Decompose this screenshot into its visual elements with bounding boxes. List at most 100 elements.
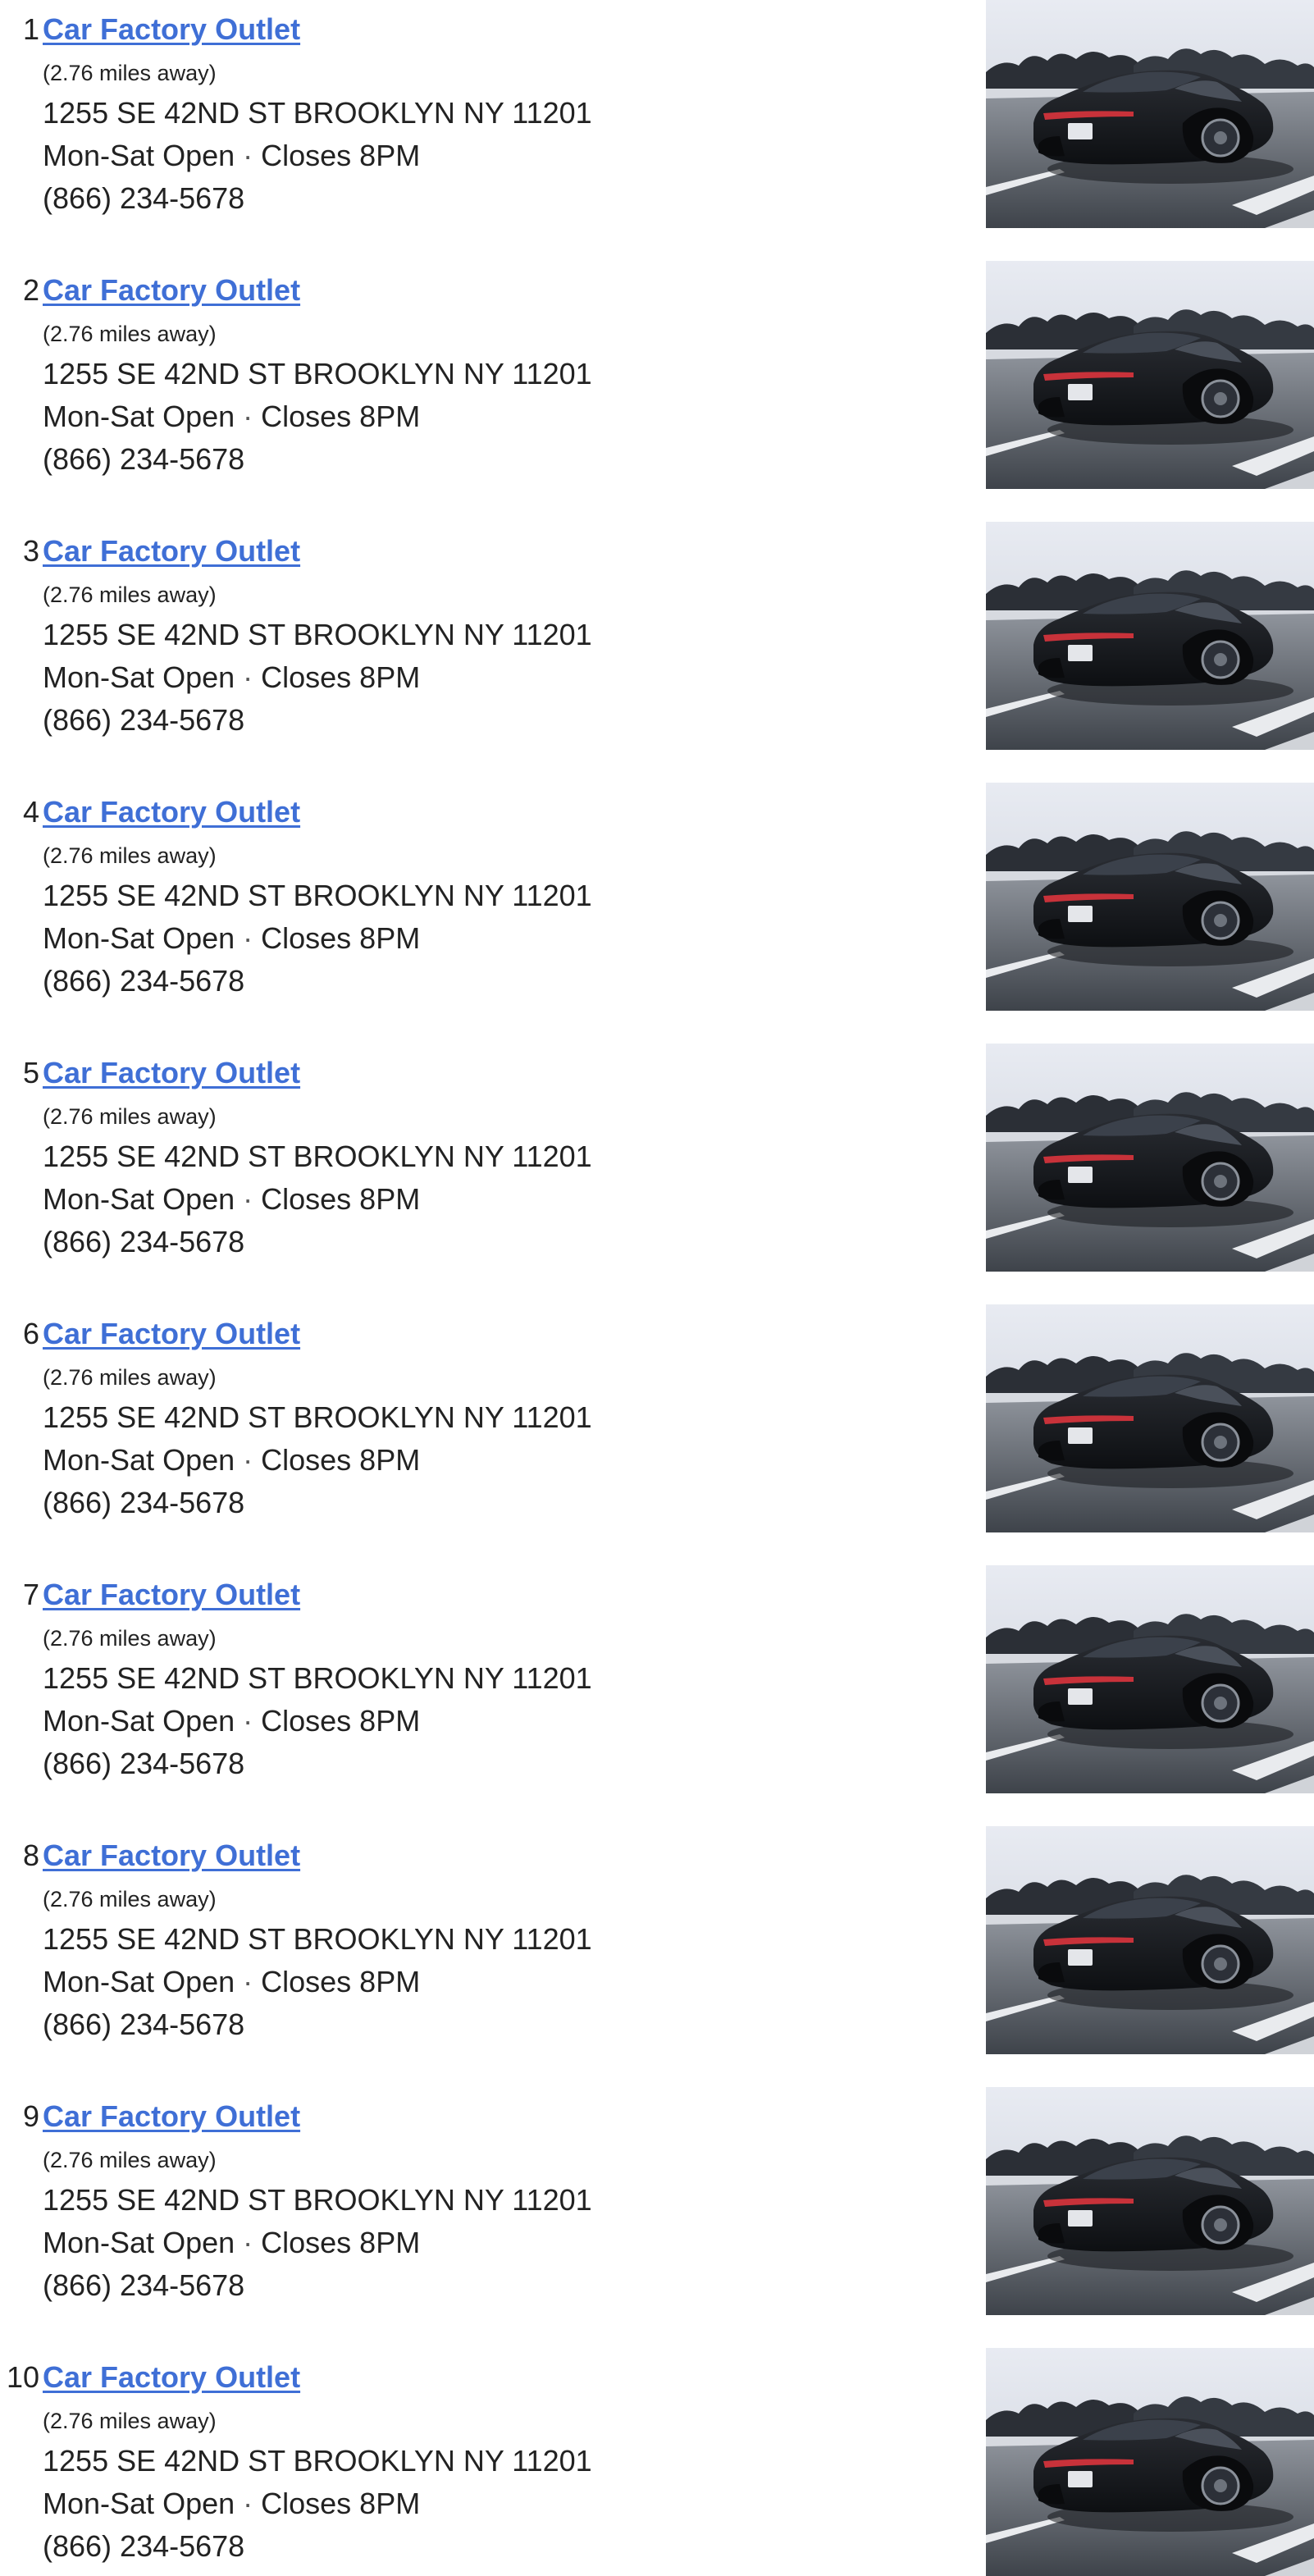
store-name-link[interactable]: Car Factory Outlet — [43, 1316, 300, 1352]
result-index: 5 — [22, 1056, 39, 1089]
car-photo — [986, 1565, 1314, 1793]
store-phone: (866) 234-5678 — [43, 1747, 245, 1780]
car-photo-thumbnail[interactable] — [986, 1826, 1314, 2054]
car-photo-thumbnail[interactable] — [986, 522, 1314, 750]
store-phone: (866) 234-5678 — [43, 442, 245, 476]
distance-label: (2.76 miles away) — [43, 1104, 217, 1129]
store-address: 1255 SE 42ND ST BROOKLYN NY 11201 — [43, 1661, 592, 1695]
closing-time: Closes 8PM — [261, 1704, 421, 1738]
closing-time: Closes 8PM — [261, 2487, 421, 2520]
separator-dot: · — [243, 139, 253, 172]
open-days: Mon-Sat — [43, 139, 155, 172]
list-item: 2 Car Factory Outlet (2.76 miles away) 1… — [0, 261, 1314, 489]
car-photo-thumbnail[interactable] — [986, 1304, 1314, 1532]
store-address: 1255 SE 42ND ST BROOKLYN NY 11201 — [43, 618, 592, 651]
car-photo-thumbnail[interactable] — [986, 2348, 1314, 2576]
separator-dot: · — [243, 2226, 253, 2259]
open-status: Open — [162, 1443, 235, 1477]
result-index: 8 — [22, 1838, 39, 1872]
closing-time: Closes 8PM — [261, 139, 421, 172]
distance-label: (2.76 miles away) — [43, 1626, 217, 1651]
open-days: Mon-Sat — [43, 1965, 155, 1998]
store-phone: (866) 234-5678 — [43, 1486, 245, 1519]
store-hours: Mon-Sat Open · Closes 8PM — [43, 2225, 420, 2261]
car-photo-thumbnail[interactable] — [986, 783, 1314, 1011]
separator-dot: · — [243, 921, 253, 955]
open-days: Mon-Sat — [43, 660, 155, 694]
store-name-link[interactable]: Car Factory Outlet — [43, 533, 300, 569]
store-hours: Mon-Sat Open · Closes 8PM — [43, 1181, 420, 1217]
separator-dot: · — [243, 1182, 253, 1216]
store-name-link[interactable]: Car Factory Outlet — [43, 2359, 300, 2396]
open-days: Mon-Sat — [43, 921, 155, 955]
store-name-link[interactable]: Car Factory Outlet — [43, 1055, 300, 1091]
store-name-link[interactable]: Car Factory Outlet — [43, 794, 300, 830]
car-photo-thumbnail[interactable] — [986, 0, 1314, 228]
result-index: 2 — [22, 273, 39, 307]
open-days: Mon-Sat — [43, 2226, 155, 2259]
closing-time: Closes 8PM — [261, 1443, 421, 1477]
distance-label: (2.76 miles away) — [43, 582, 217, 607]
list-item: 10 Car Factory Outlet (2.76 miles away) … — [0, 2348, 1314, 2576]
result-index: 6 — [22, 1317, 39, 1350]
closing-time: Closes 8PM — [261, 1965, 421, 1998]
store-phone: (866) 234-5678 — [43, 2268, 245, 2302]
car-photo — [986, 783, 1314, 1011]
distance-label: (2.76 miles away) — [43, 1887, 217, 1911]
closing-time: Closes 8PM — [261, 2226, 421, 2259]
separator-dot: · — [243, 1443, 253, 1477]
open-days: Mon-Sat — [43, 400, 155, 433]
result-index: 3 — [22, 534, 39, 568]
store-address: 1255 SE 42ND ST BROOKLYN NY 11201 — [43, 2444, 592, 2478]
store-phone: (866) 234-5678 — [43, 181, 245, 215]
store-address: 1255 SE 42ND ST BROOKLYN NY 11201 — [43, 879, 592, 912]
car-photo-thumbnail[interactable] — [986, 2087, 1314, 2315]
store-phone: (866) 234-5678 — [43, 2529, 245, 2563]
car-photo — [986, 1826, 1314, 2054]
car-photo-thumbnail[interactable] — [986, 1565, 1314, 1793]
separator-dot: · — [243, 2487, 253, 2520]
distance-label: (2.76 miles away) — [43, 61, 217, 85]
store-phone: (866) 234-5678 — [43, 703, 245, 737]
car-photo — [986, 522, 1314, 750]
store-name-link[interactable]: Car Factory Outlet — [43, 11, 300, 48]
closing-time: Closes 8PM — [261, 1182, 421, 1216]
closing-time: Closes 8PM — [261, 660, 421, 694]
store-hours: Mon-Sat Open · Closes 8PM — [43, 1703, 420, 1739]
list-item: 9 Car Factory Outlet (2.76 miles away) 1… — [0, 2087, 1314, 2315]
store-name-link[interactable]: Car Factory Outlet — [43, 272, 300, 308]
store-address: 1255 SE 42ND ST BROOKLYN NY 11201 — [43, 2183, 592, 2217]
list-item: 8 Car Factory Outlet (2.76 miles away) 1… — [0, 1826, 1314, 2054]
open-days: Mon-Sat — [43, 1182, 155, 1216]
distance-label: (2.76 miles away) — [43, 2409, 217, 2433]
store-address: 1255 SE 42ND ST BROOKLYN NY 11201 — [43, 96, 592, 130]
open-status: Open — [162, 1182, 235, 1216]
open-status: Open — [162, 400, 235, 433]
list-item: 3 Car Factory Outlet (2.76 miles away) 1… — [0, 522, 1314, 750]
store-name-link[interactable]: Car Factory Outlet — [43, 2099, 300, 2135]
store-hours: Mon-Sat Open · Closes 8PM — [43, 920, 420, 957]
result-index: 1 — [22, 12, 39, 46]
store-name-link[interactable]: Car Factory Outlet — [43, 1577, 300, 1613]
open-status: Open — [162, 1704, 235, 1738]
result-index: 4 — [22, 795, 39, 829]
distance-label: (2.76 miles away) — [43, 1365, 217, 1390]
car-photo — [986, 0, 1314, 228]
open-days: Mon-Sat — [43, 2487, 155, 2520]
open-days: Mon-Sat — [43, 1704, 155, 1738]
store-phone: (866) 234-5678 — [43, 2007, 245, 2041]
result-index: 7 — [22, 1578, 39, 1611]
car-photo-thumbnail[interactable] — [986, 1044, 1314, 1272]
results-list: 1 Car Factory Outlet (2.76 miles away) 1… — [0, 0, 1314, 2576]
closing-time: Closes 8PM — [261, 400, 421, 433]
store-address: 1255 SE 42ND ST BROOKLYN NY 11201 — [43, 1140, 592, 1173]
car-photo-thumbnail[interactable] — [986, 261, 1314, 489]
separator-dot: · — [243, 1965, 253, 1998]
separator-dot: · — [243, 1704, 253, 1738]
open-status: Open — [162, 660, 235, 694]
open-status: Open — [162, 2226, 235, 2259]
result-index: 10 — [6, 2360, 39, 2394]
store-name-link[interactable]: Car Factory Outlet — [43, 1838, 300, 1874]
list-item: 7 Car Factory Outlet (2.76 miles away) 1… — [0, 1565, 1314, 1793]
car-photo — [986, 2348, 1314, 2576]
